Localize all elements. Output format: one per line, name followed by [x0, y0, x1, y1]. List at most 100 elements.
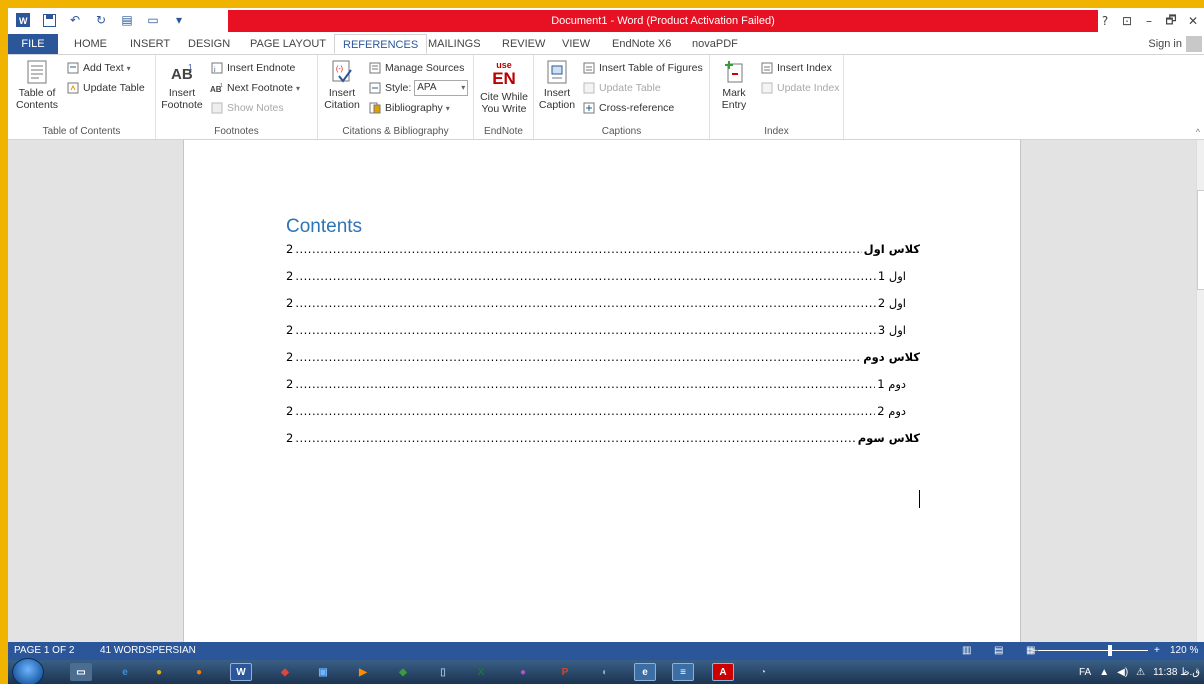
app-icon[interactable]: ▶ — [352, 663, 374, 681]
zoom-out-icon[interactable]: – — [1032, 642, 1038, 660]
update-figures-table-button[interactable]: Update Table — [582, 79, 661, 97]
word-count[interactable]: 41 WORDS — [100, 642, 152, 660]
minimize-button[interactable]: – — [1138, 14, 1160, 28]
add-text-button[interactable]: Add Text ▾ — [66, 59, 131, 77]
network-icon[interactable]: ▲ — [1099, 667, 1109, 678]
internet-explorer-icon[interactable]: e — [114, 663, 136, 681]
bibliography-icon — [368, 101, 382, 115]
insert-caption-button[interactable]: Insert Caption — [536, 59, 578, 111]
tab-page-layout[interactable]: PAGE LAYOUT — [242, 34, 334, 54]
style-icon — [368, 81, 382, 95]
mark-entry-button[interactable]: Mark Entry — [714, 59, 754, 111]
table-of-contents-button[interactable]: Table of Contents — [12, 59, 62, 111]
toc-entry[interactable]: 2 ......................................… — [286, 240, 920, 258]
zoom-slider-thumb[interactable] — [1108, 645, 1112, 656]
app-icon[interactable]: ≡ — [672, 663, 694, 681]
acrobat-icon[interactable]: A — [712, 663, 734, 681]
redo-icon[interactable]: ↻ — [92, 11, 110, 29]
zoom-in-icon[interactable]: + — [1154, 642, 1160, 660]
restore-button[interactable]: 🗗 — [1160, 11, 1182, 32]
app-icon[interactable]: ◔ — [752, 663, 774, 681]
toc-leader: ........................................… — [295, 269, 876, 283]
tab-home[interactable]: HOME — [66, 34, 115, 54]
tab-novapdf[interactable]: novaPDF — [684, 34, 746, 54]
vertical-scrollbar[interactable] — [1196, 140, 1204, 642]
tab-review[interactable]: REVIEW — [494, 34, 553, 54]
quick-print-icon[interactable]: ▤ — [118, 11, 136, 29]
toc-entry[interactable]: 2 ......................................… — [286, 375, 906, 393]
undo-icon[interactable]: ↶ — [66, 11, 84, 29]
app-icon[interactable]: ◐ — [594, 663, 616, 681]
tab-view[interactable]: VIEW — [554, 34, 598, 54]
word-app-icon[interactable]: W — [14, 11, 32, 29]
toc-entry[interactable]: 2 ......................................… — [286, 402, 906, 420]
action-center-icon[interactable]: ⚠ — [1136, 667, 1145, 678]
tab-design[interactable]: DESIGN — [180, 34, 238, 54]
status-bar: PAGE 1 OF 2 41 WORDS PERSIAN ▥ ▤ ▦ – + 1… — [8, 642, 1204, 660]
ribbon-display-options-button[interactable]: ⊡ — [1116, 14, 1138, 28]
page-indicator[interactable]: PAGE 1 OF 2 — [14, 642, 74, 660]
input-language[interactable]: FA — [1079, 667, 1091, 678]
bibliography-button[interactable]: Bibliography ▾ — [368, 99, 450, 117]
insert-citation-button[interactable]: (-) Insert Citation — [320, 59, 364, 111]
app-icon[interactable]: ◆ — [392, 663, 414, 681]
customize-qat-icon[interactable]: ▾ — [170, 11, 188, 29]
app-icon[interactable]: ▣ — [312, 663, 334, 681]
read-mode-icon[interactable]: ▥ — [962, 642, 971, 660]
update-toc-button[interactable]: Update Table — [66, 79, 145, 97]
style-dropdown[interactable]: APA ▾ — [414, 80, 469, 96]
update-index-button[interactable]: Update Index — [760, 79, 839, 97]
toc-leader: ........................................… — [295, 431, 856, 445]
document-page[interactable]: Contents 2 .............................… — [183, 140, 1021, 660]
close-button[interactable]: ✕ — [1182, 14, 1204, 28]
show-notes-button[interactable]: Show Notes — [210, 99, 284, 117]
insert-endnote-label: Insert Endnote — [227, 62, 296, 74]
word-taskbar-icon[interactable]: W — [230, 663, 252, 681]
chrome-icon[interactable]: ● — [148, 663, 170, 681]
excel-icon[interactable]: X — [470, 663, 492, 681]
help-button[interactable]: ? — [1094, 14, 1116, 28]
avatar[interactable] — [1186, 36, 1202, 52]
tab-mailings[interactable]: MAILINGS — [420, 34, 489, 54]
manage-sources-button[interactable]: Manage Sources — [368, 59, 464, 77]
new-document-icon[interactable]: ▭ — [144, 11, 162, 29]
insert-endnote-button[interactable]: i Insert Endnote — [210, 59, 295, 77]
cross-reference-button[interactable]: Cross-reference — [582, 99, 674, 117]
toc-entry[interactable]: 2 ......................................… — [286, 294, 906, 312]
volume-icon[interactable]: ◀) — [1117, 667, 1128, 678]
style-selector[interactable]: Style: APA ▾ — [368, 79, 469, 97]
toc-entry[interactable]: 2 ......................................… — [286, 348, 920, 366]
toc-entry[interactable]: 2 ......................................… — [286, 321, 906, 339]
powerpoint-icon[interactable]: P — [554, 663, 576, 681]
toc-title[interactable]: Contents — [286, 216, 362, 238]
save-icon[interactable] — [40, 11, 58, 29]
app-icon[interactable]: e — [634, 663, 656, 681]
scrollbar-thumb[interactable] — [1197, 190, 1204, 290]
app-icon[interactable]: ● — [512, 663, 534, 681]
insert-table-of-figures-button[interactable]: Insert Table of Figures — [582, 59, 703, 77]
firefox-icon[interactable]: ● — [188, 663, 210, 681]
next-footnote-button[interactable]: AB 1 Next Footnote ▾ — [210, 79, 300, 97]
clock[interactable]: 11:38 ق.ظ — [1153, 667, 1200, 678]
app-icon[interactable]: ▯ — [432, 663, 454, 681]
tab-file[interactable]: FILE — [8, 34, 58, 54]
collapse-ribbon-icon[interactable]: ^ — [1196, 127, 1200, 137]
insert-index-button[interactable]: Insert Index — [760, 59, 832, 77]
tab-references[interactable]: REFERENCES — [334, 34, 428, 54]
print-layout-icon[interactable]: ▤ — [994, 642, 1003, 660]
sign-in-link[interactable]: Sign in — [1148, 34, 1182, 54]
group-label: EndNote — [484, 126, 523, 137]
zoom-slider[interactable] — [1038, 650, 1148, 651]
toc-entry[interactable]: 2 ......................................… — [286, 267, 906, 285]
zoom-level[interactable]: 120 % — [1170, 642, 1198, 660]
start-button[interactable] — [12, 658, 44, 684]
tab-endnote[interactable]: EndNote X6 — [604, 34, 679, 54]
insert-footnote-button[interactable]: AB 1 Insert Footnote — [160, 59, 204, 111]
app-icon[interactable]: ◆ — [274, 663, 296, 681]
tab-insert[interactable]: INSERT — [122, 34, 178, 54]
language-indicator[interactable]: PERSIAN — [152, 642, 196, 660]
show-notes-icon — [210, 101, 224, 115]
explorer-icon[interactable]: ▭ — [70, 663, 92, 681]
cite-while-you-write-button[interactable]: use EN Cite While You Write — [476, 59, 532, 115]
toc-entry[interactable]: 2 ......................................… — [286, 429, 920, 447]
